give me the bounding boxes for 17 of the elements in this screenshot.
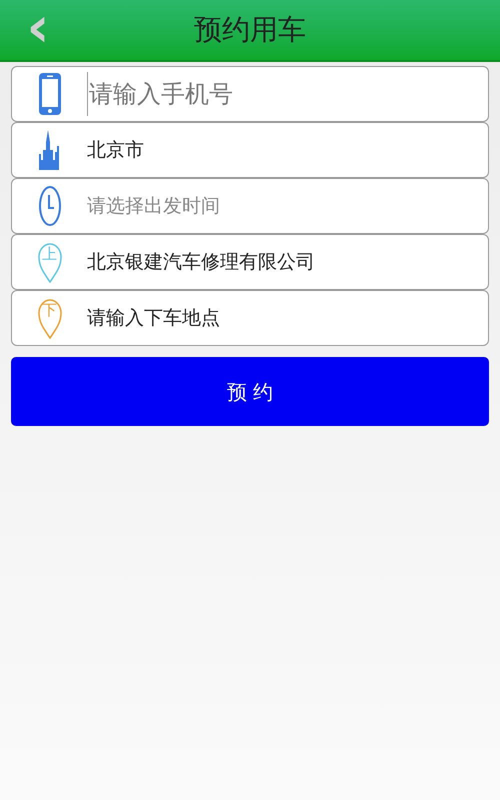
form-row[interactable]: 上 北京银建汽车修理有限公司 (11, 234, 489, 290)
phone-icon (38, 73, 60, 115)
field-value: 北京市 (87, 138, 144, 163)
form-row[interactable]: 请选择出发时间 (11, 178, 489, 234)
map-pin-icon: 上 (38, 241, 62, 283)
page-title: 预约用车 (193, 12, 307, 48)
phone-input-field[interactable]: 请输入手机号 (87, 72, 480, 116)
form-row[interactable]: 北京市 (11, 122, 489, 178)
form-row[interactable]: 请输入手机号 (11, 66, 489, 122)
field-value: 请输入下车地点 (87, 306, 220, 331)
field-value: 请选择出发时间 (87, 194, 220, 219)
field-value: 北京银建汽车修理有限公司 (87, 250, 315, 275)
clock-icon (38, 186, 60, 226)
skyline-icon (38, 130, 60, 170)
book-button[interactable]: 预 约 (11, 357, 489, 426)
map-pin-icon: 下 (38, 297, 62, 339)
form-row[interactable]: 下 请输入下车地点 (11, 290, 489, 346)
